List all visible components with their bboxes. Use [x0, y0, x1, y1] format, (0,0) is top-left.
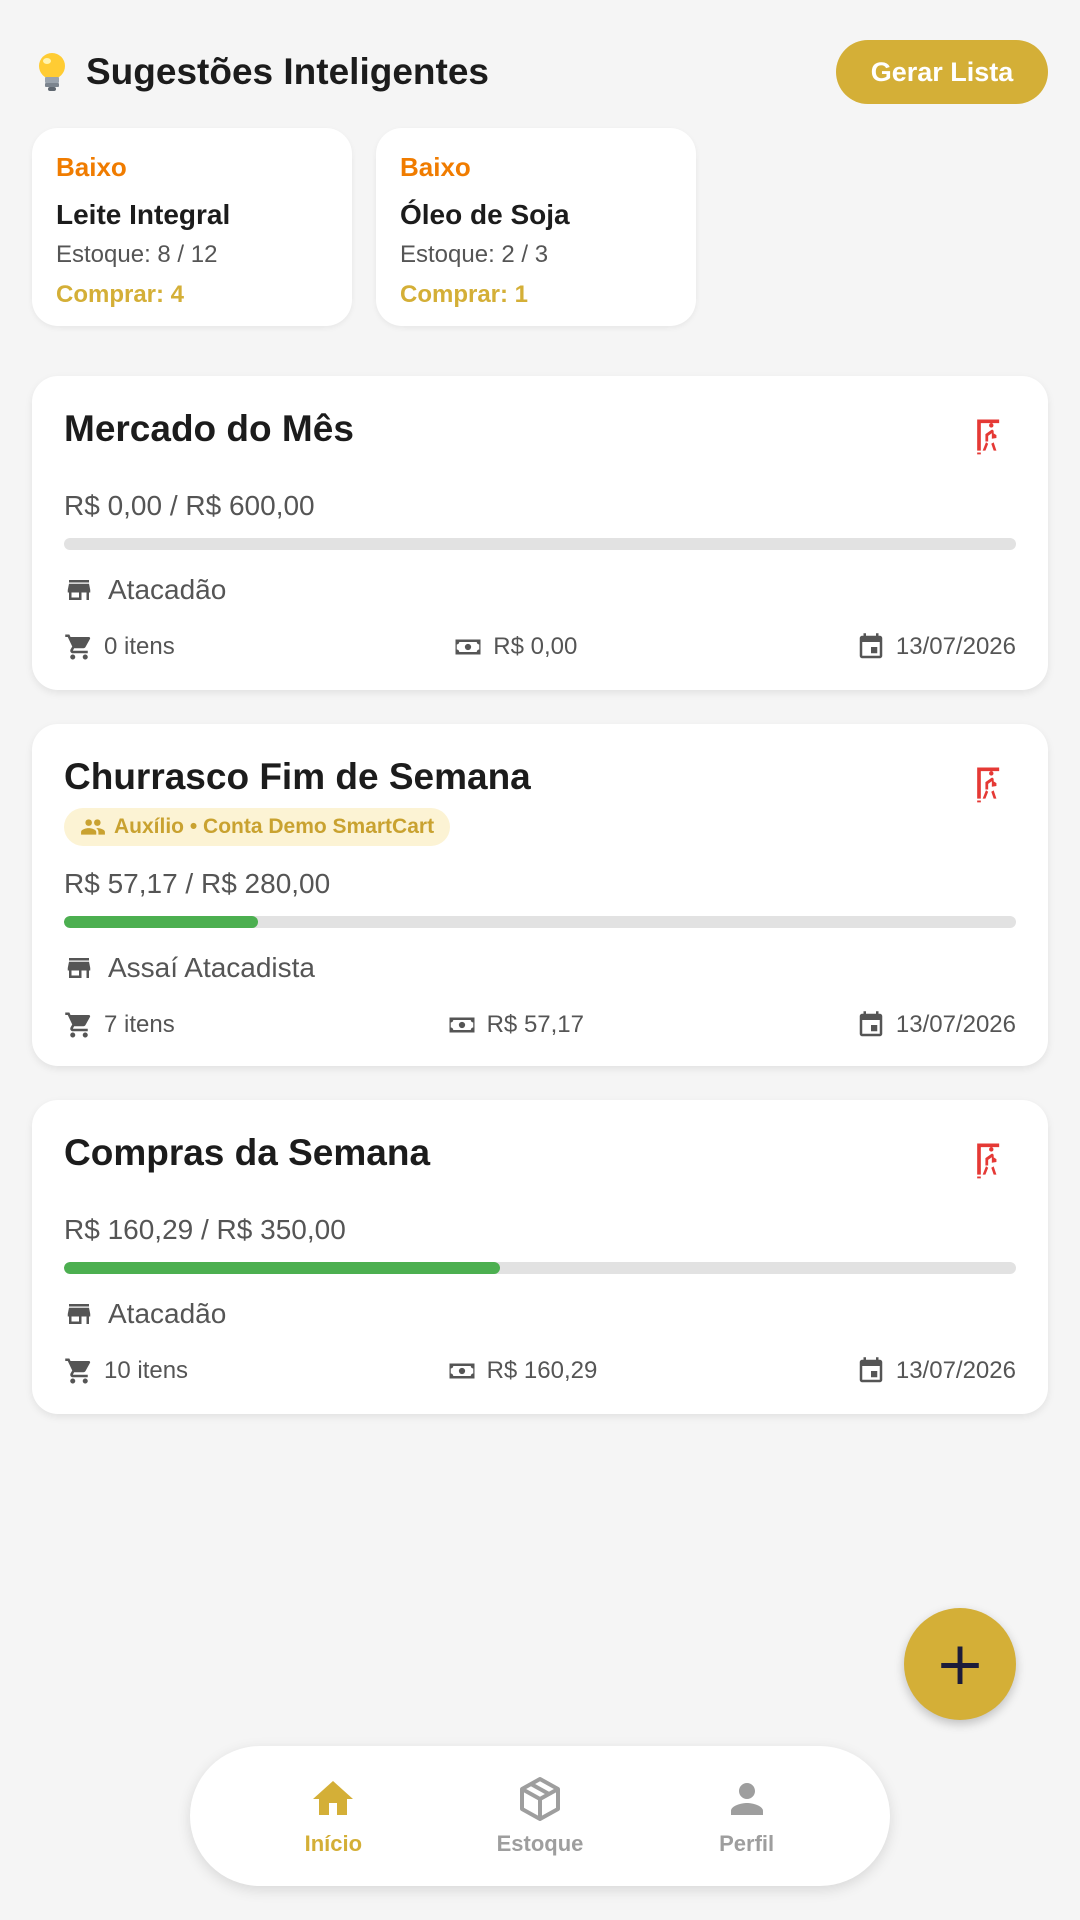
list-meta-row: 7 itens R$ 57,17 13/07/2026 [64, 1010, 1016, 1040]
list-meta-row: 10 itens R$ 160,29 13/07/2026 [64, 1356, 1016, 1386]
box-icon [519, 1777, 560, 1821]
nav-item-inicio[interactable]: Início [253, 1775, 413, 1857]
store-row: Atacadão [64, 1298, 1016, 1330]
date-text: 13/07/2026 [895, 633, 1016, 660]
stock-text: Estoque: 2 / 3 [400, 241, 549, 268]
list-title: Mercado do Mês [64, 408, 354, 449]
date-text: 13/07/2026 [895, 1011, 1016, 1038]
calendar-icon [859, 633, 883, 659]
cart-icon [65, 1012, 91, 1038]
cart-icon [65, 1358, 91, 1384]
store-row: Atacadão [64, 574, 1016, 606]
store-icon [67, 1304, 91, 1324]
product-name: Óleo de Soja [400, 199, 570, 230]
items-count-text: 7 itens [104, 1011, 175, 1038]
cart-icon [65, 634, 91, 660]
money-icon [455, 639, 481, 655]
money-icon [449, 1017, 475, 1033]
store-icon [67, 580, 91, 600]
nav-label: Perfil [719, 1831, 775, 1856]
lightbulb-icon [39, 53, 65, 91]
product-name: Leite Integral [56, 199, 231, 230]
calendar-icon [859, 1357, 883, 1383]
store-icon [67, 958, 91, 978]
budget-progress-bar [64, 1262, 1016, 1274]
list-card[interactable]: Mercado do Mês R$ 0,00 / R$ 600,00 Ataca… [32, 376, 1048, 690]
stock-level-label: Baixo [56, 152, 127, 182]
list-date: 13/07/2026 [856, 1010, 1016, 1040]
add-list-button[interactable]: + [904, 1608, 1016, 1720]
budget-text: R$ 160,29 / R$ 350,00 [64, 1214, 346, 1245]
nav-item-perfil[interactable]: Perfil [667, 1775, 827, 1857]
generate-list-button[interactable]: Gerar Lista [836, 40, 1048, 104]
items-count: 0 itens [64, 632, 175, 662]
list-title: Churrasco Fim de Semana [64, 756, 531, 797]
list-date: 13/07/2026 [856, 1356, 1016, 1386]
nav-label: Estoque [496, 1831, 584, 1856]
budget-progress-fill [64, 1262, 501, 1274]
stock-text: Estoque: 8 / 12 [56, 241, 218, 268]
spent-text: R$ 0,00 [493, 633, 578, 660]
header: Sugestões Inteligentes Gerar Lista [32, 40, 1048, 104]
items-count-text: 0 itens [104, 633, 175, 660]
nav-label: Início [304, 1831, 363, 1856]
list-title: Compras da Semana [64, 1132, 431, 1173]
person-icon [730, 1783, 763, 1815]
items-count: 7 itens [64, 1010, 175, 1040]
list-card[interactable]: Compras da Semana R$ 160,29 / R$ 350,00 … [32, 1100, 1048, 1414]
items-count: 10 itens [64, 1356, 188, 1386]
budget-progress-bar [64, 538, 1016, 550]
store-row: Assaí Atacadista [64, 952, 1016, 984]
spent-amount: R$ 160,29 [447, 1356, 598, 1386]
bottom-navigation: Início Estoque Perfil [190, 1746, 890, 1886]
nav-item-estoque[interactable]: Estoque [460, 1775, 620, 1857]
items-count-text: 10 itens [104, 1357, 189, 1384]
stock-level-label: Baixo [400, 152, 471, 182]
store-name: Atacadão [108, 574, 227, 605]
date-text: 13/07/2026 [895, 1357, 1016, 1384]
exit-icon[interactable] [968, 414, 1012, 458]
list-date: 13/07/2026 [856, 632, 1016, 662]
header-title-group: Sugestões Inteligentes [32, 50, 489, 94]
list-meta-row: 0 itens R$ 0,00 13/07/2026 [64, 632, 1016, 662]
budget-progress-fill [64, 916, 259, 928]
store-name: Atacadão [108, 1298, 227, 1329]
helper-badge: Auxílio • Conta Demo SmartCart [64, 808, 451, 846]
plus-icon: + [934, 1629, 986, 1699]
spent-amount: R$ 57,17 [447, 1010, 584, 1040]
exit-icon[interactable] [968, 1138, 1012, 1182]
budget-text: R$ 0,00 / R$ 600,00 [64, 490, 315, 521]
suggestion-card[interactable]: Baixo Óleo de Soja Estoque: 2 / 3 Compra… [376, 128, 696, 326]
budget-progress-bar [64, 916, 1016, 928]
spent-amount: R$ 0,00 [453, 632, 577, 662]
money-icon [449, 1363, 475, 1379]
group-icon [81, 819, 105, 835]
buy-quantity: Comprar: 4 [56, 281, 185, 308]
list-card[interactable]: Churrasco Fim de Semana Auxílio • Conta … [32, 724, 1048, 1066]
page-title: Sugestões Inteligentes [86, 51, 489, 92]
store-name: Assaí Atacadista [108, 952, 316, 983]
spent-text: R$ 160,29 [486, 1357, 598, 1384]
budget-text: R$ 57,17 / R$ 280,00 [64, 868, 331, 899]
spent-text: R$ 57,17 [486, 1011, 584, 1038]
suggestions-carousel[interactable]: Baixo Leite Integral Estoque: 8 / 12 Com… [32, 128, 696, 326]
helper-text: Auxílio • Conta Demo SmartCart [114, 815, 435, 838]
suggestion-card[interactable]: Baixo Leite Integral Estoque: 8 / 12 Com… [32, 128, 352, 326]
exit-icon[interactable] [968, 762, 1012, 806]
home-icon [313, 1781, 354, 1815]
calendar-icon [859, 1011, 883, 1037]
buy-quantity: Comprar: 1 [400, 281, 529, 308]
